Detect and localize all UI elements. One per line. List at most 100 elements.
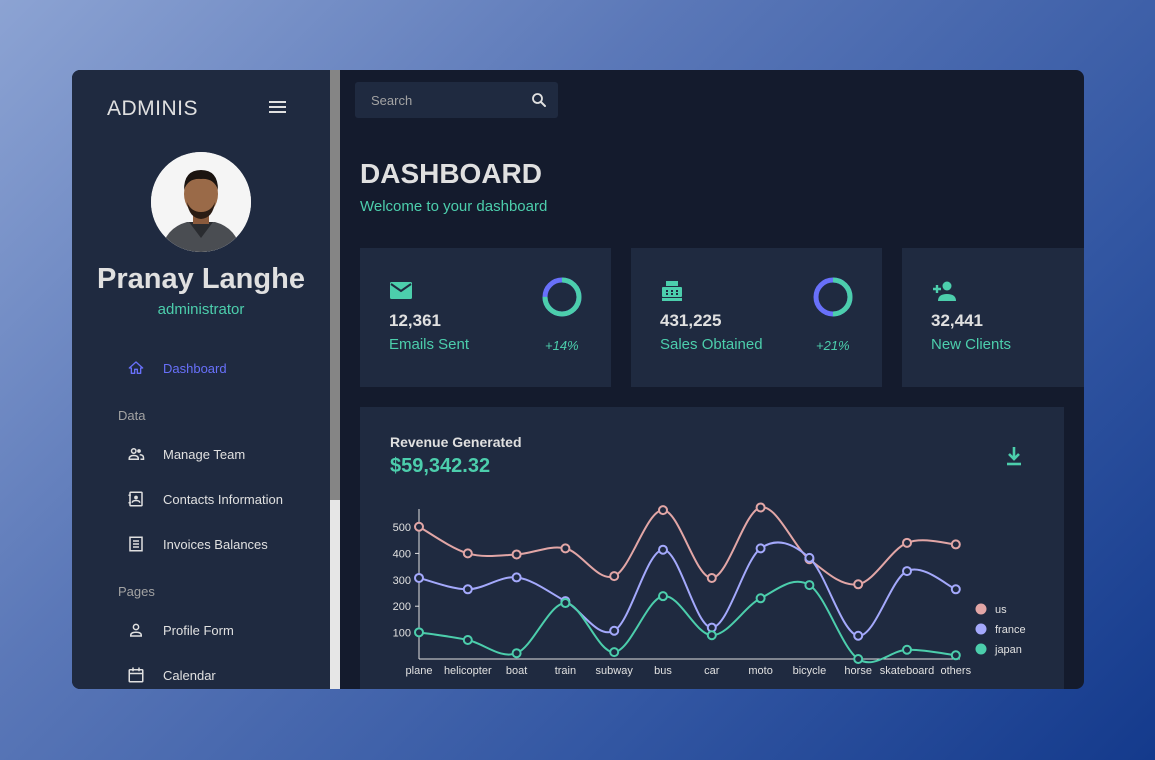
avatar	[151, 152, 251, 252]
point-of-sale-icon	[660, 280, 684, 302]
stat-label: Sales Obtained	[660, 336, 763, 353]
x-tick-label: helicopter	[444, 665, 492, 677]
stat-percent: +14%	[545, 338, 579, 353]
user-role: administrator	[157, 301, 245, 318]
user-name: Pranay Langhe	[97, 263, 305, 295]
data-point-us	[706, 572, 717, 583]
home-icon	[127, 359, 145, 377]
page-subtitle: Welcome to your dashboard	[360, 198, 548, 215]
stat-value: 431,225	[660, 311, 722, 330]
sidebar-item-invoices[interactable]: Invoices Balances	[127, 535, 268, 553]
sidebar-item-label: Dashboard	[163, 360, 227, 376]
y-tick-label: 300	[393, 575, 411, 587]
people-icon	[127, 445, 145, 463]
app-window: ADMINIS Pranay Langhe administrator Dash…	[72, 70, 1084, 689]
progress-ring	[542, 277, 582, 317]
data-point-france	[755, 543, 766, 554]
brand-title: ADMINIS	[107, 97, 199, 120]
sidebar-item-label: Profile Form	[163, 622, 234, 638]
data-point-japan	[755, 593, 766, 604]
search-bar	[355, 82, 558, 118]
data-point-us	[853, 579, 864, 590]
stat-card-sales: 431,225 Sales Obtained +21%	[631, 248, 882, 387]
person-add-icon	[931, 280, 956, 302]
data-point-us	[902, 537, 912, 548]
data-point-japan	[706, 630, 717, 641]
y-tick-label: 500	[393, 522, 411, 534]
x-tick-label: bicycle	[793, 665, 827, 677]
data-point-japan	[511, 648, 522, 659]
sidebar: ADMINIS Pranay Langhe administrator Dash…	[72, 70, 330, 689]
section-label-data: Data	[118, 408, 146, 423]
x-tick-label: subway	[596, 665, 634, 677]
x-tick-label: skateboard	[880, 665, 934, 677]
data-point-us	[755, 502, 766, 513]
contacts-icon	[127, 490, 145, 508]
revenue-line-chart: 100 200 300 400 500 plane helicopter boat train s…	[393, 502, 1026, 677]
x-tick-label: plane	[406, 665, 433, 677]
progress-ring	[813, 277, 853, 317]
data-point-france	[609, 625, 620, 636]
sidebar-item-contacts[interactable]: Contacts Information	[127, 490, 283, 508]
stat-label: Emails Sent	[389, 336, 470, 353]
data-point-japan	[462, 634, 473, 645]
data-point-japan	[950, 650, 961, 661]
stat-value: 12,361	[389, 311, 441, 330]
data-point-us	[658, 505, 668, 516]
y-tick-label: 400	[393, 548, 411, 560]
series-line-us	[418, 506, 956, 586]
stat-percent: +21%	[816, 338, 850, 353]
data-point-us	[462, 548, 473, 559]
data-point-france	[902, 566, 912, 577]
legend-swatch-japan	[975, 643, 987, 655]
data-point-france	[511, 572, 522, 583]
sidebar-item-manage-team[interactable]: Manage Team	[127, 445, 245, 463]
data-point-france	[804, 552, 815, 563]
data-point-france	[853, 630, 864, 641]
data-point-japan	[560, 598, 571, 609]
x-tick-label: horse	[844, 665, 872, 677]
sidebar-item-calendar[interactable]: Calendar	[127, 666, 216, 684]
sidebar-item-profile-form[interactable]: Profile Form	[127, 621, 234, 639]
legend-swatch-us	[975, 603, 987, 615]
data-point-us	[950, 539, 961, 550]
x-tick-label: bus	[654, 665, 672, 677]
search-input[interactable]	[371, 92, 531, 108]
scrollbar-thumb[interactable]	[330, 70, 340, 500]
receipt-icon	[127, 535, 145, 553]
x-tick-label: moto	[748, 665, 772, 677]
legend-swatch-france	[975, 623, 987, 635]
data-point-france	[950, 584, 961, 595]
sidebar-item-label: Contacts Information	[163, 491, 283, 507]
data-point-us	[414, 521, 424, 532]
sidebar-item-label: Manage Team	[163, 446, 246, 462]
legend-label-france: france	[995, 624, 1026, 636]
stat-label: New Clients	[931, 336, 1012, 353]
y-tick-label: 200	[393, 601, 411, 613]
main-content: DASHBOARD Welcome to your dashboard 12,3…	[340, 70, 1084, 689]
data-point-japan	[902, 644, 912, 655]
sidebar-scrollbar[interactable]	[330, 70, 340, 689]
stat-value: 32,441	[931, 311, 983, 330]
x-tick-label: others	[941, 665, 972, 677]
legend-label-japan: japan	[994, 644, 1022, 656]
x-tick-label: boat	[506, 665, 527, 677]
data-point-japan	[853, 654, 864, 664]
revenue-card: Revenue Generated $59,342.32 100 200 300 40…	[360, 407, 1064, 689]
data-point-japan	[658, 591, 668, 602]
search-icon[interactable]	[530, 91, 548, 109]
calendar-icon	[127, 666, 145, 684]
stat-card-clients: 32,441 New Clients	[902, 248, 1084, 387]
sidebar-item-dashboard[interactable]: Dashboard	[127, 359, 227, 377]
legend-label-us: us	[995, 604, 1007, 616]
data-point-us	[511, 549, 522, 560]
data-point-us	[560, 543, 571, 554]
page-title: DASHBOARD	[360, 158, 542, 189]
section-label-pages: Pages	[118, 584, 155, 599]
x-tick-label: car	[704, 665, 720, 677]
person-icon	[127, 621, 145, 639]
y-tick-label: 100	[393, 628, 411, 640]
menu-toggle-icon[interactable]	[269, 101, 286, 115]
data-point-france	[414, 572, 424, 583]
x-tick-label: train	[555, 665, 576, 677]
